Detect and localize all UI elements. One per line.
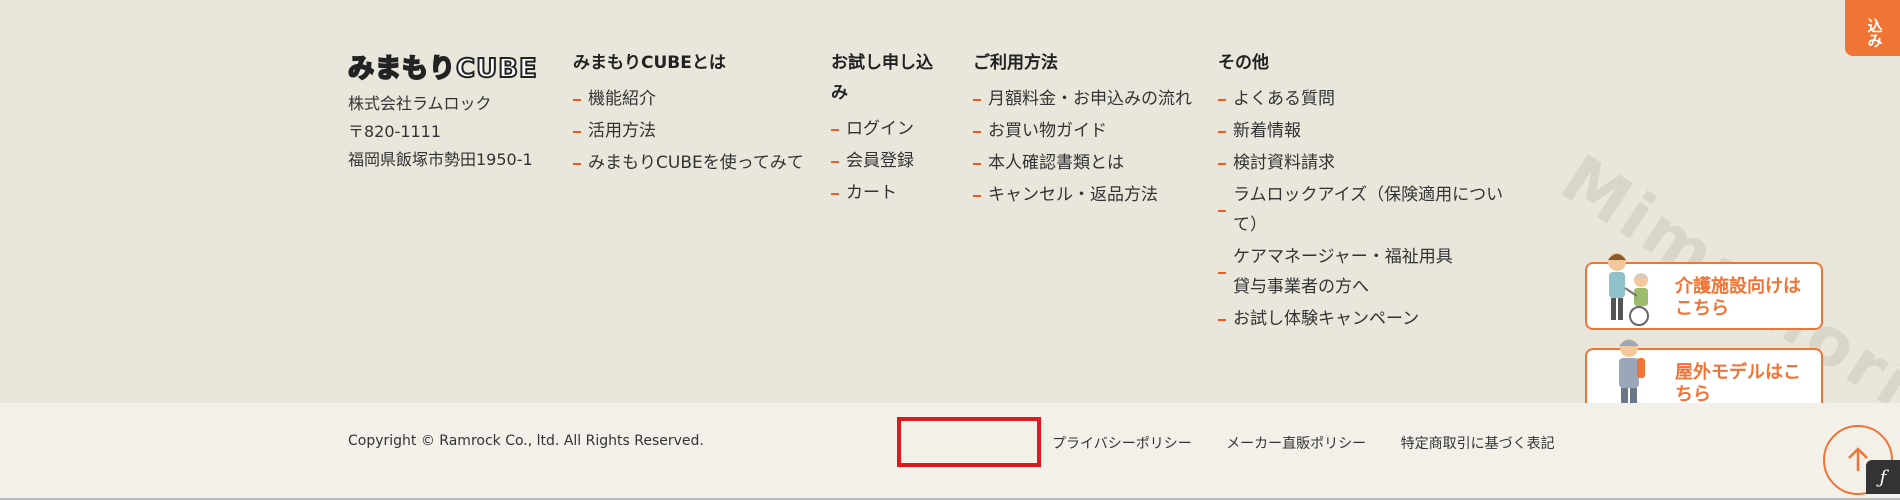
footer-column-about: みまもりCUBEとは 機能紹介 活用方法 みまもりCUBEを使ってみて xyxy=(573,48,813,180)
site-logo[interactable]: みまもりCUBE xyxy=(347,48,538,85)
footer-link-usage[interactable]: 活用方法 xyxy=(573,116,813,146)
column-title: その他 xyxy=(1218,53,1269,73)
company-address: 福岡県飯塚市勢田1950-1 xyxy=(348,150,533,169)
outdoor-model-label: 屋外モデルはこちら xyxy=(1675,362,1801,405)
column-title: お試し申し込み xyxy=(831,53,933,103)
footer-link-pricing[interactable]: 月額料金・お申込みの流れ xyxy=(973,84,1193,114)
care-facility-label: 介護施設向けはこちら xyxy=(1675,276,1801,319)
footer-link-login[interactable]: ログイン xyxy=(831,114,946,144)
column-title: ご利用方法 xyxy=(973,53,1058,73)
footer-link-register[interactable]: 会員登録 xyxy=(831,146,946,176)
script-f-icon[interactable]: ƒ xyxy=(1866,460,1900,494)
worker-illustration-icon xyxy=(1619,339,1645,410)
policy-links: プライバシーポリシー メーカー直販ポリシー 特定商取引に基づく表記 xyxy=(1052,433,1585,453)
footer-link-ramrock-eyes[interactable]: ラムロックアイズ（保険適用について） xyxy=(1218,180,1528,240)
caregiver-illustration-icon xyxy=(1608,253,1649,326)
footer-link-document-request[interactable]: 検討資料請求 xyxy=(1218,148,1528,178)
footer-link-cancel-return[interactable]: キャンセル・返品方法 xyxy=(973,180,1193,210)
footer-link-news[interactable]: 新着情報 xyxy=(1218,116,1528,146)
footer-link-features[interactable]: 機能紹介 xyxy=(573,84,813,114)
footer-link-trial-campaign[interactable]: お試し体験キャンペーン xyxy=(1218,304,1528,334)
company-name: 株式会社ラムロック xyxy=(348,94,492,113)
footer-column-other: その他 よくある質問 新着情報 検討資料請求 ラムロックアイズ（保険適用について… xyxy=(1218,48,1528,336)
footer-column-howto: ご利用方法 月額料金・お申込みの流れ お買い物ガイド 本人確認書類とは キャンセ… xyxy=(973,48,1193,212)
highlight-box xyxy=(897,417,1041,467)
privacy-policy-link[interactable]: プライバシーポリシー xyxy=(1052,436,1192,452)
commercial-transactions-link[interactable]: 特定商取引に基づく表記 xyxy=(1401,436,1555,452)
footer-link-testimonials[interactable]: みまもりCUBEを使ってみて xyxy=(573,148,813,178)
company-postal: 〒820-1111 xyxy=(348,122,442,141)
apply-tab[interactable]: 込み xyxy=(1845,0,1900,56)
footer-link-care-manager[interactable]: ケアマネージャー・福祉用具貸与事業者の方へ xyxy=(1218,242,1458,302)
copyright-text: Copyright © Ramrock Co., ltd. All Rights… xyxy=(348,433,704,449)
company-info: 株式会社ラムロック 〒820-1111 福岡県飯塚市勢田1950-1 xyxy=(348,90,533,174)
footer-link-id-documents[interactable]: 本人確認書類とは xyxy=(973,148,1193,178)
direct-sales-policy-link[interactable]: メーカー直販ポリシー xyxy=(1226,436,1366,452)
footer-link-cart[interactable]: カート xyxy=(831,178,946,208)
footer-column-trial: お試し申し込み ログイン 会員登録 カート xyxy=(831,48,946,210)
column-title: みまもりCUBEとは xyxy=(573,53,726,73)
footer-main: Mimamori Cu みまもりCUBE 株式会社ラムロック 〒820-1111… xyxy=(0,0,1900,495)
footer-link-faq[interactable]: よくある質問 xyxy=(1218,84,1528,114)
footer-bottom-bar: Copyright © Ramrock Co., ltd. All Rights… xyxy=(0,403,1900,500)
footer-link-shopping-guide[interactable]: お買い物ガイド xyxy=(973,116,1193,146)
care-facility-banner[interactable]: 介護施設向けはこちら xyxy=(1585,253,1823,330)
